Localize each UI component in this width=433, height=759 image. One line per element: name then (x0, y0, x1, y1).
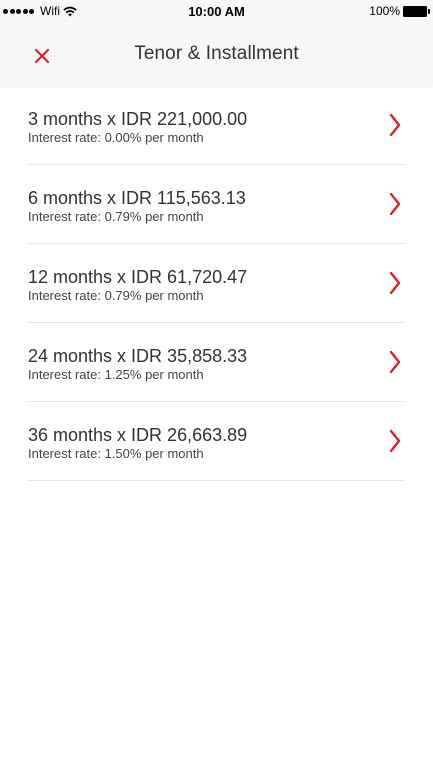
tenor-option-interest: Interest rate: 0.79% per month (28, 209, 204, 224)
battery-icon (403, 5, 430, 17)
carrier-label: Wifi (40, 4, 60, 18)
status-bar: Wifi 10:00 AM 100% (0, 0, 433, 22)
tenor-list: 3 months x IDR 221,000.00 Interest rate:… (0, 86, 433, 481)
chevron-right-icon (389, 350, 401, 374)
battery-percentage: 100% (369, 4, 400, 18)
chevron-right-icon (389, 271, 401, 295)
tenor-option-text: 36 months x IDR 26,663.89 Interest rate:… (28, 424, 247, 461)
close-button[interactable] (28, 42, 56, 70)
close-icon (34, 48, 50, 64)
tenor-option-text: 12 months x IDR 61,720.47 Interest rate:… (28, 266, 247, 303)
status-right: 100% (369, 4, 430, 18)
tenor-option-24-months[interactable]: 24 months x IDR 35,858.33 Interest rate:… (28, 323, 405, 402)
tenor-option-text: 24 months x IDR 35,858.33 Interest rate:… (28, 345, 247, 382)
tenor-option-title: 36 months x IDR 26,663.89 (28, 425, 248, 445)
page-title: Tenor & Installment (134, 43, 299, 64)
tenor-option-title: 24 months x IDR 35,858.33 (28, 346, 248, 366)
tenor-option-interest: Interest rate: 0.79% per month (28, 288, 204, 303)
tenor-option-interest: Interest rate: 1.50% per month (28, 446, 204, 461)
chevron-right-icon (389, 429, 401, 453)
tenor-option-text: 3 months x IDR 221,000.00 Interest rate:… (28, 108, 247, 145)
tenor-option-title: 12 months x IDR 61,720.47 (28, 267, 248, 287)
tenor-option-interest: Interest rate: 1.25% per month (28, 367, 204, 382)
status-left: Wifi (3, 4, 77, 18)
tenor-option-title: 6 months x IDR 115,563.13 (28, 188, 246, 208)
signal-strength-icon (3, 8, 34, 14)
chevron-right-icon (389, 192, 401, 216)
wifi-icon (63, 6, 77, 16)
tenor-option-12-months[interactable]: 12 months x IDR 61,720.47 Interest rate:… (28, 244, 405, 323)
tenor-option-title: 3 months x IDR 221,000.00 (28, 109, 248, 129)
chevron-right-icon (389, 113, 401, 137)
tenor-option-6-months[interactable]: 6 months x IDR 115,563.13 Interest rate:… (28, 165, 405, 244)
header: Tenor & Installment (0, 22, 433, 86)
tenor-option-3-months[interactable]: 3 months x IDR 221,000.00 Interest rate:… (28, 86, 405, 165)
tenor-option-36-months[interactable]: 36 months x IDR 26,663.89 Interest rate:… (28, 402, 405, 481)
tenor-option-interest: Interest rate: 0.00% per month (28, 130, 204, 145)
tenor-option-text: 6 months x IDR 115,563.13 Interest rate:… (28, 187, 246, 224)
